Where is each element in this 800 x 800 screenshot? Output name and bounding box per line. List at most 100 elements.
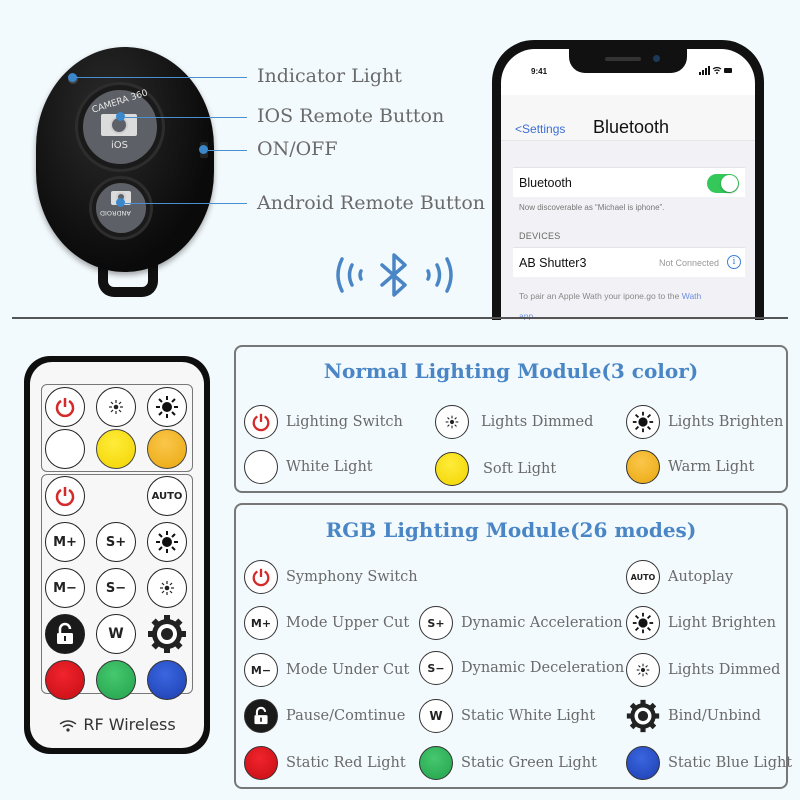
legend-item: Static Blue Light: [626, 746, 792, 780]
phone-screen: 9:41 <Settings Bluetooth Bluetooth Now d…: [501, 49, 755, 320]
watch-app-link[interactable]: Wath: [682, 291, 702, 301]
android-remote-button[interactable]: ANDROID: [92, 179, 150, 237]
power-icon: [55, 487, 75, 507]
legend-item: Lights Dimmed: [435, 405, 593, 439]
ios-callout-dot: [116, 112, 125, 121]
legend-item: S+ Dynamic Acceleration: [419, 606, 623, 640]
bright-sun-icon: [626, 606, 660, 640]
rf-s-plus-button[interactable]: S+: [96, 522, 136, 562]
iphone-mockup: 9:41 <Settings Bluetooth Bluetooth Now d…: [492, 40, 764, 320]
legend-item: M+ Mode Upper Cut: [244, 606, 409, 640]
legend-item: White Light: [244, 450, 373, 484]
device-row[interactable]: AB Shutter3 Not Connected i: [513, 247, 745, 277]
legend-item: Symphony Switch: [244, 560, 418, 594]
normal-lighting-module-panel: Normal Lighting Module(3 color) Lighting…: [234, 345, 788, 493]
power-icon: [244, 560, 278, 594]
ios-label: iOS: [111, 140, 128, 151]
signal-icon: [699, 72, 701, 75]
legend-item: W Static White Light: [419, 699, 595, 733]
gear-icon: [148, 615, 186, 653]
android-callout-line: [125, 203, 247, 204]
bluetooth-toggle-row: Bluetooth: [513, 167, 745, 197]
status-icons: [699, 66, 733, 75]
legend-item: Pause/Comtinue: [244, 699, 405, 733]
rf-red-button[interactable]: [45, 660, 85, 700]
rf-auto-button[interactable]: AUTO: [147, 476, 187, 516]
legend-item: S− Dynamic Deceleration: [419, 651, 624, 685]
rf-m-minus-button[interactable]: M−: [45, 568, 85, 608]
onoff-callout-dot: [199, 145, 208, 154]
rf-dim-button[interactable]: [96, 387, 136, 427]
red-swatch: [244, 746, 278, 780]
bluetooth-toggle[interactable]: [707, 174, 739, 193]
on-off-label: ON/OFF: [257, 138, 338, 160]
w-icon: W: [419, 699, 453, 733]
rf-brighten-button[interactable]: [147, 387, 187, 427]
legend-item: Bind/Unbind: [626, 699, 761, 733]
legend-item: Static Red Light: [244, 746, 406, 780]
rgb-module-title: RGB Lighting Module(26 modes): [325, 518, 697, 542]
phone-notch: [569, 49, 687, 73]
back-to-settings-button[interactable]: <Settings: [515, 122, 565, 136]
rf-s-minus-button[interactable]: S−: [96, 568, 136, 608]
android-remote-button-label: Android Remote Button: [257, 192, 485, 214]
indicator-callout-line: [77, 77, 247, 78]
ios-remote-button[interactable]: CAMERA 360 iOS: [78, 85, 162, 169]
rf-w-button[interactable]: W: [96, 614, 136, 654]
rf-blue-button[interactable]: [147, 660, 187, 700]
ios-remote-button-label: IOS Remote Button: [257, 105, 445, 127]
rgb-lighting-module-panel: RGB Lighting Module(26 modes) Symphony S…: [234, 503, 792, 789]
bluetooth-icon: [336, 253, 453, 297]
rf-green-button[interactable]: [96, 660, 136, 700]
power-icon: [55, 398, 75, 418]
ios-callout-line: [125, 117, 247, 118]
rf-soft-button[interactable]: [96, 429, 136, 469]
onoff-callout-line: [208, 150, 247, 151]
rf-rgb-brighten-button[interactable]: [147, 522, 187, 562]
indicator-callout-dot: [68, 73, 77, 82]
legend-item: Light Brighten: [626, 606, 776, 640]
bluetooth-shutter-remote: CAMERA 360 iOS ANDROID: [36, 47, 214, 297]
rf-white-button[interactable]: [45, 429, 85, 469]
status-time: 9:41: [531, 67, 548, 76]
devices-header: DEVICES: [519, 231, 561, 241]
rf-power-button[interactable]: [45, 387, 85, 427]
legend-item: M− Mode Under Cut: [244, 653, 409, 687]
bluetooth-symbol: [330, 243, 460, 308]
pair-note: To pair an Apple Wath your ipone.go to t…: [519, 291, 702, 320]
wifi-icon: [58, 719, 78, 733]
legend-item: Lights Brighten: [626, 405, 783, 439]
signal-wave-right-mid: [435, 263, 442, 287]
s-plus-icon: S+: [419, 606, 453, 640]
rf-m-plus-button[interactable]: M+: [45, 522, 85, 562]
gear-icon: [626, 699, 660, 733]
rf-remote: AUTO M+ S+ M− S− W RF Wireless: [24, 356, 210, 754]
bright-sun-icon: [156, 531, 178, 553]
yellow-swatch: [435, 452, 469, 486]
rf-rgb-dim-button[interactable]: [147, 568, 187, 608]
rf-warm-button[interactable]: [147, 429, 187, 469]
signal-wave-right-inner: [426, 269, 431, 281]
rf-pause-button[interactable]: [45, 614, 85, 654]
shutter-body: CAMERA 360 iOS ANDROID: [36, 47, 214, 272]
battery-icon: [724, 68, 732, 73]
device-status: Not Connected: [658, 258, 719, 268]
power-icon: [244, 405, 278, 439]
rf-symphony-power-button[interactable]: [45, 476, 85, 516]
blue-swatch: [626, 746, 660, 780]
legend-item: Soft Light: [435, 452, 556, 486]
dim-sun-icon: [435, 405, 469, 439]
auto-icon: AUTO: [626, 560, 660, 594]
rf-bind-button[interactable]: [147, 614, 187, 654]
legend-item: AUTO Autoplay: [626, 560, 733, 594]
wifi-icon: [712, 66, 722, 72]
section-divider: [12, 317, 788, 319]
page-title: Bluetooth: [593, 117, 670, 137]
bluetooth-row-label: Bluetooth: [519, 176, 572, 190]
m-plus-icon: M+: [244, 606, 278, 640]
bright-sun-icon: [156, 396, 178, 418]
signal-wave-left-mid: [347, 263, 354, 287]
dim-sun-icon: [626, 653, 660, 687]
discoverable-note: Now discoverable as “Michael is iphone”.: [519, 203, 665, 212]
info-icon[interactable]: i: [727, 255, 741, 269]
